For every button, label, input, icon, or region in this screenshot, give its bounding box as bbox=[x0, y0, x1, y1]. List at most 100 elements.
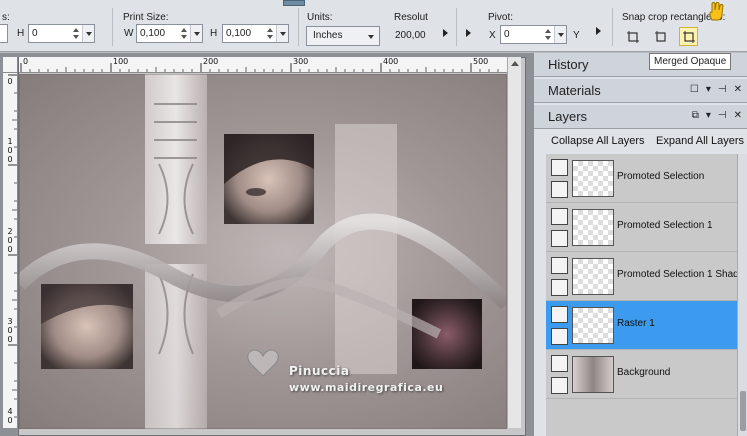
print-width-dropdown[interactable] bbox=[190, 25, 202, 42]
image-canvas[interactable]: Pinuccia www.maidiregrafica.eu bbox=[19, 74, 507, 429]
pivot-more-arrow-icon[interactable] bbox=[596, 27, 601, 35]
scroll-up-icon[interactable] bbox=[511, 61, 519, 66]
workspace: 0 100 200 300 400 500 0 100 200 300 40 P… bbox=[0, 53, 533, 436]
layer-type-icon bbox=[551, 355, 568, 372]
layer-type-icon bbox=[551, 257, 568, 274]
layer-name: Raster 1 bbox=[617, 318, 655, 329]
ruler-label: 300 bbox=[293, 57, 309, 66]
ruler-label: 400 bbox=[383, 57, 399, 66]
layer-type-icon bbox=[551, 208, 568, 225]
height-dropdown[interactable] bbox=[82, 25, 94, 42]
watermark-url: www.maidiregrafica.eu bbox=[289, 381, 444, 394]
separator bbox=[612, 8, 613, 46]
w-label: W bbox=[124, 28, 134, 39]
print-height-spinner[interactable] bbox=[265, 26, 274, 41]
eye-icon[interactable] bbox=[551, 230, 568, 247]
ruler-label: 500 bbox=[473, 57, 489, 66]
pivot-x-input[interactable]: 0 bbox=[500, 25, 567, 44]
print-height-dropdown[interactable] bbox=[276, 25, 288, 42]
pivot-x-label: X bbox=[489, 30, 496, 41]
crop-snap-icon bbox=[627, 31, 639, 43]
resolution-more-arrow-icon[interactable] bbox=[443, 29, 448, 37]
pivot-x-dropdown[interactable] bbox=[554, 26, 566, 43]
maximize-icon[interactable]: ☐ bbox=[690, 84, 699, 96]
chevron-down-icon bbox=[368, 35, 374, 39]
layers-header-icons: ⧉ ▾ ⊣ ✕ bbox=[692, 110, 742, 122]
tooltip: Merged Opaque bbox=[649, 53, 732, 70]
ruler-label: 100 bbox=[7, 137, 13, 164]
layer-type-icon bbox=[551, 159, 568, 176]
snap-current-layer-button[interactable] bbox=[623, 27, 642, 46]
collapse-all-layers-button[interactable]: Collapse All Layers bbox=[551, 135, 645, 147]
ruler-label: 200 bbox=[203, 57, 219, 66]
layer-name: Promoted Selection 1 Shadow bbox=[617, 269, 747, 280]
layer-row[interactable]: Promoted Selection 1 Shadow bbox=[546, 252, 747, 301]
layer-thumbnail bbox=[572, 258, 614, 295]
layers-scrollbar[interactable] bbox=[737, 154, 747, 436]
eye-icon[interactable] bbox=[551, 377, 568, 394]
eye-icon[interactable] bbox=[551, 181, 568, 198]
print-width-spinner[interactable] bbox=[179, 26, 188, 41]
pin-icon[interactable]: ⊣ bbox=[718, 110, 727, 122]
artwork bbox=[19, 74, 507, 429]
materials-header-icons: ☐ ▾ ⊣ ✕ bbox=[690, 84, 742, 96]
dropdown-icon[interactable]: ▾ bbox=[706, 84, 711, 96]
pivot-x-spinner[interactable] bbox=[543, 27, 552, 42]
pivot-y-label: Y bbox=[573, 30, 580, 41]
eye-icon[interactable] bbox=[551, 328, 568, 345]
ruler-label: 300 bbox=[7, 317, 13, 344]
layers-panel-header[interactable]: Layers ⧉ ▾ ⊣ ✕ bbox=[534, 105, 747, 129]
height-spinner[interactable] bbox=[71, 26, 80, 41]
layers-title: Layers bbox=[548, 109, 588, 124]
expand-all-layers-button[interactable]: Expand All Layers bbox=[656, 135, 744, 147]
resolution-value: 200,00 bbox=[395, 30, 426, 41]
pivot-x-value: 0 bbox=[504, 29, 510, 40]
height-input[interactable]: 0 bbox=[28, 24, 95, 43]
layer-row[interactable]: Promoted Selection 1 bbox=[546, 203, 737, 252]
layer-thumbnail bbox=[572, 209, 614, 246]
layers-actions: Collapse All Layers Expand All Layers bbox=[534, 132, 747, 152]
layer-row[interactable]: Background bbox=[546, 350, 737, 399]
print-width-input[interactable]: 0,100 bbox=[136, 24, 203, 43]
units-label: Units: bbox=[307, 12, 333, 23]
snap-layer-opaque-button[interactable] bbox=[651, 27, 670, 46]
layer-list: Promoted Selection Promoted Selection 1 … bbox=[546, 154, 747, 436]
toolbar-partial-button[interactable] bbox=[283, 0, 305, 6]
materials-title: Materials bbox=[548, 83, 601, 98]
hand-cursor-icon bbox=[706, 0, 726, 25]
close-icon[interactable]: ✕ bbox=[734, 110, 742, 122]
layer-row[interactable]: Promoted Selection bbox=[546, 154, 737, 203]
layer-type-icon bbox=[551, 306, 568, 323]
pin-icon[interactable]: ⊣ bbox=[718, 84, 727, 96]
materials-panel-header[interactable]: Materials ☐ ▾ ⊣ ✕ bbox=[534, 79, 747, 103]
height-value: 0 bbox=[32, 28, 38, 39]
layer-row-selected[interactable]: Raster 1 bbox=[546, 301, 737, 350]
ruler-label: 40 bbox=[7, 407, 13, 425]
units-select[interactable]: Inches bbox=[306, 26, 380, 46]
layer-name: Background bbox=[617, 367, 671, 378]
ruler-label: 200 bbox=[7, 227, 13, 254]
h2-label: H bbox=[210, 28, 218, 39]
restore-icon[interactable]: ⧉ bbox=[692, 110, 699, 122]
tool-options-bar: s: H 0 Print Size: W 0,100 H 0,100 Units… bbox=[0, 0, 747, 52]
light-bar bbox=[335, 124, 397, 374]
expand-arrow-icon[interactable] bbox=[466, 29, 471, 37]
scrollbar-thumb[interactable] bbox=[740, 391, 746, 431]
left-cut-field[interactable] bbox=[0, 24, 8, 43]
ruler-label: 0 bbox=[23, 57, 29, 66]
separator bbox=[112, 8, 113, 46]
layer-thumbnail bbox=[572, 307, 614, 344]
dropdown-icon[interactable]: ▾ bbox=[706, 110, 711, 122]
eye-icon[interactable] bbox=[551, 279, 568, 296]
print-height-value: 0,100 bbox=[226, 28, 252, 39]
ruler-label: 100 bbox=[113, 57, 129, 66]
snap-merged-opaque-button[interactable] bbox=[679, 27, 698, 46]
ruler-corner bbox=[3, 57, 18, 73]
document-vertical-scrollbar[interactable] bbox=[507, 57, 521, 428]
history-title: History bbox=[548, 57, 589, 72]
close-icon[interactable]: ✕ bbox=[734, 84, 742, 96]
separator bbox=[456, 8, 457, 46]
vertical-ruler: 0 100 200 300 40 bbox=[3, 73, 18, 428]
print-height-input[interactable]: 0,100 bbox=[222, 24, 289, 43]
print-width-value: 0,100 bbox=[140, 28, 166, 39]
